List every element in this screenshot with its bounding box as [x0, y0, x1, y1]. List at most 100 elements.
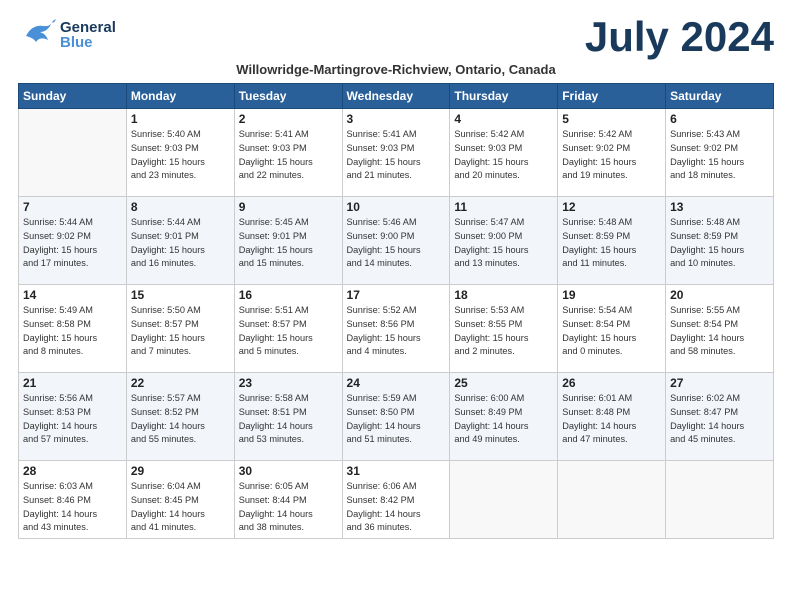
table-row: 26Sunrise: 6:01 AM Sunset: 8:48 PM Dayli… [558, 373, 666, 461]
table-row: 18 Sunrise: 5:53 AM Sunset: 8:55 PM Dayli… [450, 285, 558, 373]
day-number: 13 [670, 200, 769, 214]
day-info: Sunrise: 5:51 AM Sunset: 8:57 PM Dayligh… [239, 304, 338, 359]
table-row: 4Sunrise: 5:42 AM Sunset: 9:03 PM Daylig… [450, 109, 558, 197]
day-number: 5 [562, 112, 661, 126]
logo-name: General Blue [60, 20, 116, 50]
day-number: 25 [454, 376, 553, 390]
day-info: Sunrise: 5:56 AM Sunset: 8:53 PM Dayligh… [23, 392, 122, 447]
header: General Blue July 2024 [18, 16, 774, 58]
table-row: 7 Sunrise: 5:44 AM Sunset: 9:02 PM Daylig… [19, 197, 127, 285]
day-number: 3 [347, 112, 446, 126]
day-number: 30 [239, 464, 338, 478]
day-number: 9 [239, 200, 338, 214]
table-row: 6 Sunrise: 5:43 AM Sunset: 9:02 PM Daylig… [666, 109, 774, 197]
table-row: 23 Sunrise: 5:58 AM Sunset: 8:51 PM Dayli… [234, 373, 342, 461]
day-number: 17 [347, 288, 446, 302]
col-friday: Friday [558, 84, 666, 109]
logo-blue-text: Blue [60, 35, 116, 50]
day-number: 11 [454, 200, 553, 214]
day-info: Sunrise: 5:48 AM Sunset: 8:59 PM Dayligh… [562, 216, 661, 271]
day-info: Sunrise: 5:42 AM Sunset: 9:03 PM Dayligh… [454, 128, 553, 183]
month-title: July 2024 [585, 16, 774, 58]
table-row: 25Sunrise: 6:00 AM Sunset: 8:49 PM Dayli… [450, 373, 558, 461]
day-number: 1 [131, 112, 230, 126]
col-saturday: Saturday [666, 84, 774, 109]
table-row: 16 Sunrise: 5:51 AM Sunset: 8:57 PM Dayli… [234, 285, 342, 373]
col-thursday: Thursday [450, 84, 558, 109]
table-row: 30 Sunrise: 6:05 AM Sunset: 8:44 PM Dayli… [234, 461, 342, 539]
table-row: 9 Sunrise: 5:45 AM Sunset: 9:01 PM Daylig… [234, 197, 342, 285]
table-row: 11 Sunrise: 5:47 AM Sunset: 9:00 PM Dayli… [450, 197, 558, 285]
day-info: Sunrise: 6:05 AM Sunset: 8:44 PM Dayligh… [239, 480, 338, 535]
day-info: Sunrise: 5:44 AM Sunset: 9:02 PM Dayligh… [23, 216, 122, 271]
day-number: 12 [562, 200, 661, 214]
logo-icon [18, 16, 56, 54]
day-info: Sunrise: 5:40 AM Sunset: 9:03 PM Dayligh… [131, 128, 230, 183]
table-row: 5Sunrise: 5:42 AM Sunset: 9:02 PM Daylig… [558, 109, 666, 197]
col-monday: Monday [126, 84, 234, 109]
day-number: 28 [23, 464, 122, 478]
day-info: Sunrise: 5:50 AM Sunset: 8:57 PM Dayligh… [131, 304, 230, 359]
day-number: 16 [239, 288, 338, 302]
table-row: 15Sunrise: 5:50 AM Sunset: 8:57 PM Dayli… [126, 285, 234, 373]
table-row: 10 Sunrise: 5:46 AM Sunset: 9:00 PM Dayli… [342, 197, 450, 285]
table-row [666, 461, 774, 539]
logo: General Blue [18, 16, 116, 54]
calendar-week-row: 21Sunrise: 5:56 AM Sunset: 8:53 PM Dayli… [19, 373, 774, 461]
day-number: 18 [454, 288, 553, 302]
day-info: Sunrise: 5:41 AM Sunset: 9:03 PM Dayligh… [347, 128, 446, 183]
day-info: Sunrise: 5:57 AM Sunset: 8:52 PM Dayligh… [131, 392, 230, 447]
table-row: 20Sunrise: 5:55 AM Sunset: 8:54 PM Dayli… [666, 285, 774, 373]
day-info: Sunrise: 5:58 AM Sunset: 8:51 PM Dayligh… [239, 392, 338, 447]
col-wednesday: Wednesday [342, 84, 450, 109]
table-row: 27Sunrise: 6:02 AM Sunset: 8:47 PM Dayli… [666, 373, 774, 461]
day-number: 7 [23, 200, 122, 214]
day-number: 14 [23, 288, 122, 302]
day-info: Sunrise: 5:48 AM Sunset: 8:59 PM Dayligh… [670, 216, 769, 271]
table-row: 8 Sunrise: 5:44 AM Sunset: 9:01 PM Daylig… [126, 197, 234, 285]
day-info: Sunrise: 6:02 AM Sunset: 8:47 PM Dayligh… [670, 392, 769, 447]
day-number: 26 [562, 376, 661, 390]
day-info: Sunrise: 5:55 AM Sunset: 8:54 PM Dayligh… [670, 304, 769, 359]
calendar-week-row: 28Sunrise: 6:03 AM Sunset: 8:46 PM Dayli… [19, 461, 774, 539]
table-row: 21Sunrise: 5:56 AM Sunset: 8:53 PM Dayli… [19, 373, 127, 461]
table-row: 17 Sunrise: 5:52 AM Sunset: 8:56 PM Dayli… [342, 285, 450, 373]
calendar: Sunday Monday Tuesday Wednesday Thursday… [18, 83, 774, 539]
table-row: 13 Sunrise: 5:48 AM Sunset: 8:59 PM Dayli… [666, 197, 774, 285]
day-number: 6 [670, 112, 769, 126]
table-row: 3 Sunrise: 5:41 AM Sunset: 9:03 PM Daylig… [342, 109, 450, 197]
table-row: 29Sunrise: 6:04 AM Sunset: 8:45 PM Dayli… [126, 461, 234, 539]
day-info: Sunrise: 5:46 AM Sunset: 9:00 PM Dayligh… [347, 216, 446, 271]
logo-general-text: General [60, 20, 116, 35]
day-info: Sunrise: 5:49 AM Sunset: 8:58 PM Dayligh… [23, 304, 122, 359]
day-info: Sunrise: 5:47 AM Sunset: 9:00 PM Dayligh… [454, 216, 553, 271]
day-info: Sunrise: 5:54 AM Sunset: 8:54 PM Dayligh… [562, 304, 661, 359]
day-info: Sunrise: 5:52 AM Sunset: 8:56 PM Dayligh… [347, 304, 446, 359]
col-tuesday: Tuesday [234, 84, 342, 109]
day-info: Sunrise: 5:45 AM Sunset: 9:01 PM Dayligh… [239, 216, 338, 271]
table-row: 12 Sunrise: 5:48 AM Sunset: 8:59 PM Dayli… [558, 197, 666, 285]
day-info: Sunrise: 5:53 AM Sunset: 8:55 PM Dayligh… [454, 304, 553, 359]
day-info: Sunrise: 5:44 AM Sunset: 9:01 PM Dayligh… [131, 216, 230, 271]
calendar-header-row: Sunday Monday Tuesday Wednesday Thursday… [19, 84, 774, 109]
page: General Blue July 2024 Willowridge-Marti… [0, 0, 792, 612]
col-sunday: Sunday [19, 84, 127, 109]
calendar-week-row: 1 Sunrise: 5:40 AM Sunset: 9:03 PM Daylig… [19, 109, 774, 197]
day-number: 10 [347, 200, 446, 214]
day-number: 8 [131, 200, 230, 214]
table-row: 24 Sunrise: 5:59 AM Sunset: 8:50 PM Dayli… [342, 373, 450, 461]
table-row: 2 Sunrise: 5:41 AM Sunset: 9:03 PM Daylig… [234, 109, 342, 197]
calendar-week-row: 7 Sunrise: 5:44 AM Sunset: 9:02 PM Daylig… [19, 197, 774, 285]
day-info: Sunrise: 5:59 AM Sunset: 8:50 PM Dayligh… [347, 392, 446, 447]
day-info: Sunrise: 5:41 AM Sunset: 9:03 PM Dayligh… [239, 128, 338, 183]
day-number: 23 [239, 376, 338, 390]
table-row: 28Sunrise: 6:03 AM Sunset: 8:46 PM Dayli… [19, 461, 127, 539]
table-row [19, 109, 127, 197]
calendar-week-row: 14 Sunrise: 5:49 AM Sunset: 8:58 PM Dayli… [19, 285, 774, 373]
table-row: 31Sunrise: 6:06 AM Sunset: 8:42 PM Dayli… [342, 461, 450, 539]
day-number: 24 [347, 376, 446, 390]
day-number: 29 [131, 464, 230, 478]
table-row [558, 461, 666, 539]
day-info: Sunrise: 5:43 AM Sunset: 9:02 PM Dayligh… [670, 128, 769, 183]
day-number: 2 [239, 112, 338, 126]
